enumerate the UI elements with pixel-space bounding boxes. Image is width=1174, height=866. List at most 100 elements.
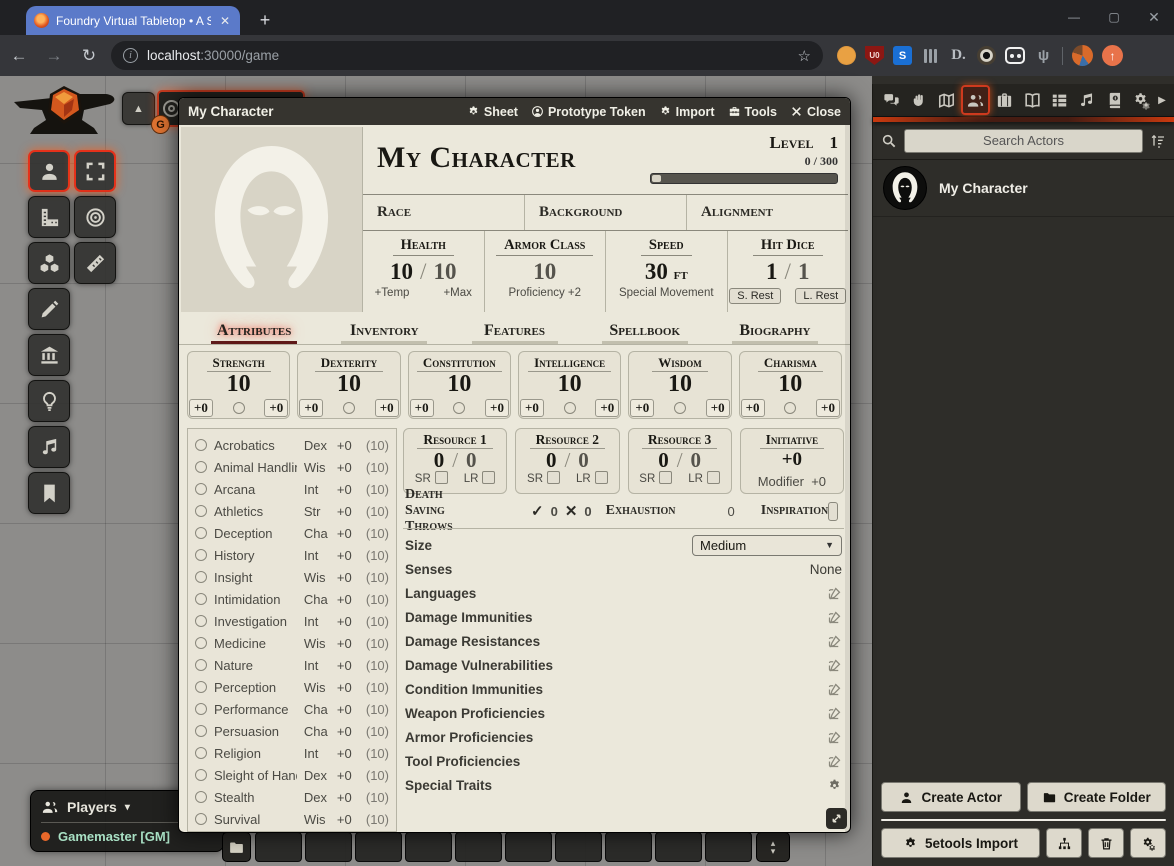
skill-row[interactable]: Stealth Dex +0 (10) <box>195 786 389 808</box>
initiative-value[interactable]: +0 <box>741 449 843 471</box>
ability-score[interactable]: 10 <box>740 372 841 396</box>
import-button[interactable]: Import <box>659 105 715 119</box>
trait-row[interactable]: Special Traits ▼ <box>405 773 842 797</box>
tab-settings[interactable] <box>1129 85 1154 115</box>
ability-proficiency-radio[interactable] <box>453 402 465 414</box>
window-minimize-button[interactable]: — <box>1054 0 1094 34</box>
site-info-icon[interactable]: i <box>123 48 138 63</box>
ability-check-mod[interactable]: +0 <box>264 399 288 417</box>
trait-row[interactable]: Damage Immunities ▼ <box>405 605 842 629</box>
ability-block[interactable]: Wisdom 10 +0 +0 <box>628 351 731 419</box>
skill-row[interactable]: Animal Handling Wis +0 (10) <box>195 456 389 478</box>
window-maximize-button[interactable]: ▢ <box>1094 0 1134 34</box>
macro-slot[interactable] <box>505 832 552 862</box>
tab-items[interactable] <box>992 85 1017 115</box>
5etools-import-button[interactable]: 5etools Import <box>881 828 1040 858</box>
foundry-logo[interactable] <box>6 84 122 144</box>
skill-name[interactable]: Perception <box>214 680 297 695</box>
lighting-controls-button[interactable] <box>28 380 70 422</box>
ability-check-mod[interactable]: +0 <box>485 399 509 417</box>
edit-icon[interactable] <box>827 634 842 649</box>
skill-name[interactable]: Investigation <box>214 614 297 629</box>
ability-name[interactable]: Strength <box>207 355 271 372</box>
ability-save-mod[interactable]: +0 <box>630 399 654 417</box>
xp-value[interactable]: 0 / 300 <box>650 154 838 169</box>
resource-block[interactable]: Resource 2 0/0 SR LR <box>515 428 619 494</box>
skill-name[interactable]: Acrobatics <box>214 438 297 453</box>
delete-button[interactable] <box>1088 828 1124 858</box>
edit-icon[interactable] <box>827 706 842 721</box>
columns-extension-icon[interactable] <box>921 46 940 65</box>
macro-slot[interactable] <box>655 832 702 862</box>
tuning-fork-extension-icon[interactable]: ψ <box>1034 46 1053 65</box>
hotbar-page-control[interactable]: ▴▾ <box>756 832 790 862</box>
skill-name[interactable]: Insight <box>214 570 297 585</box>
character-sheet-window[interactable]: My Character Sheet Prototype Token Impor… <box>178 97 851 833</box>
ability-save-mod[interactable]: +0 <box>299 399 323 417</box>
profile-avatar[interactable] <box>1072 45 1093 66</box>
tab-chat[interactable] <box>879 85 904 115</box>
skill-name[interactable]: Arcana <box>214 482 297 497</box>
skill-row[interactable]: Religion Int +0 (10) <box>195 742 389 764</box>
gear-icon[interactable] <box>827 778 842 793</box>
robot-extension-icon[interactable] <box>1005 47 1025 64</box>
tab-inventory[interactable]: Inventory <box>319 322 449 344</box>
ability-block[interactable]: Strength 10 +0 +0 <box>187 351 290 419</box>
window-titlebar[interactable]: My Character Sheet Prototype Token Impor… <box>179 98 850 125</box>
skill-proficiency-radio[interactable] <box>195 593 207 605</box>
back-button[interactable]: ← <box>3 40 35 72</box>
select-tool-button[interactable] <box>74 150 116 192</box>
edit-icon[interactable] <box>827 682 842 697</box>
tab-compendium[interactable] <box>1101 85 1126 115</box>
ability-proficiency-radio[interactable] <box>784 402 796 414</box>
trait-row[interactable]: Size Medium▼ Medium <box>405 533 842 557</box>
ability-score[interactable]: 10 <box>409 372 510 396</box>
character-portrait[interactable] <box>181 127 363 312</box>
reload-button[interactable]: ↻ <box>73 40 105 72</box>
tab-spellbook[interactable]: Spellbook <box>580 322 710 344</box>
short-rest-checkbox[interactable] <box>659 471 672 484</box>
edit-icon[interactable] <box>827 730 842 745</box>
macro-slot[interactable] <box>255 832 302 862</box>
skill-proficiency-radio[interactable] <box>195 549 207 561</box>
tab-combat[interactable] <box>906 85 931 115</box>
resource-max[interactable]: 0 <box>691 448 702 472</box>
macro-slot[interactable] <box>305 832 352 862</box>
character-name[interactable]: My Character <box>377 141 650 175</box>
skill-name[interactable]: Athletics <box>214 504 297 519</box>
size-select[interactable]: Medium▼ <box>692 535 842 556</box>
ability-check-mod[interactable]: +0 <box>706 399 730 417</box>
trait-row[interactable]: Damage Resistances ▼ <box>405 629 842 653</box>
resource-max[interactable]: 0 <box>466 448 477 472</box>
skill-name[interactable]: Religion <box>214 746 297 761</box>
cookie-extension-icon[interactable] <box>837 46 856 65</box>
skill-row[interactable]: Arcana Int +0 (10) <box>195 478 389 500</box>
create-folder-button[interactable]: Create Folder <box>1027 782 1167 812</box>
skill-row[interactable]: Perception Wis +0 (10) <box>195 676 389 698</box>
tab-playlists[interactable] <box>1074 85 1099 115</box>
ability-score[interactable]: 10 <box>188 372 289 396</box>
edit-icon[interactable] <box>827 610 842 625</box>
resource-block[interactable]: Resource 3 0/0 SR LR <box>628 428 732 494</box>
skill-proficiency-radio[interactable] <box>195 659 207 671</box>
long-rest-button[interactable]: L. Rest <box>795 288 846 304</box>
search-actors-input[interactable] <box>904 129 1143 153</box>
initiative-block[interactable]: Initiative +0 Modifier +0 <box>740 428 844 494</box>
skill-row[interactable]: Persuasion Cha +0 (10) <box>195 720 389 742</box>
death-success-count[interactable]: 0 <box>551 504 558 519</box>
skill-proficiency-radio[interactable] <box>195 813 207 825</box>
measure-controls-button[interactable] <box>28 196 70 238</box>
skill-row[interactable]: Investigation Int +0 (10) <box>195 610 389 632</box>
forward-button[interactable]: → <box>38 40 70 72</box>
create-actor-button[interactable]: Create Actor <box>881 782 1021 812</box>
background-field[interactable]: Background <box>525 195 687 230</box>
resource-value[interactable]: 0 <box>434 448 445 472</box>
scene-nav-collapse-button[interactable]: ▲ <box>122 92 155 125</box>
skill-proficiency-radio[interactable] <box>195 637 207 649</box>
tile-controls-button[interactable] <box>28 242 70 284</box>
sort-icon[interactable] <box>1150 133 1166 149</box>
skill-row[interactable]: History Int +0 (10) <box>195 544 389 566</box>
edit-icon[interactable] <box>827 658 842 673</box>
sound-controls-button[interactable] <box>28 426 70 468</box>
window-resize-handle[interactable] <box>826 808 847 829</box>
